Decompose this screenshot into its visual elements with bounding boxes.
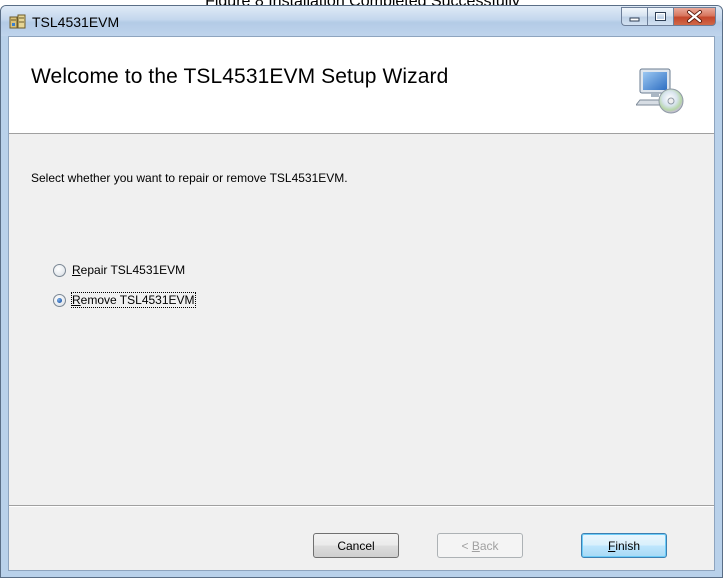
radio-selected-dot: [57, 297, 62, 303]
footer-separator: [9, 505, 714, 507]
maximize-button[interactable]: [647, 7, 673, 26]
finish-button[interactable]: Finish: [581, 533, 667, 558]
setup-window: TSL4531EVM Welcome to the TSL4531EVM Set…: [0, 5, 723, 578]
banner-title: Welcome to the TSL4531EVM Setup Wizard: [31, 65, 449, 88]
remove-radio[interactable]: [53, 293, 66, 307]
minimize-icon: [629, 17, 640, 22]
close-icon: [687, 10, 702, 23]
computer-cd-icon: [636, 68, 684, 114]
wizard-client-area: Welcome to the TSL4531EVM Setup Wizard S…: [8, 36, 715, 571]
remove-label: Remove TSL4531EVM: [71, 292, 196, 308]
caption-buttons: [621, 7, 716, 27]
installer-icon: [9, 14, 26, 29]
wizard-banner: Welcome to the TSL4531EVM Setup Wizard: [9, 37, 714, 134]
instruction-text: Select whether you want to repair or rem…: [31, 171, 348, 185]
cancel-button[interactable]: Cancel: [313, 533, 399, 558]
remove-option[interactable]: Remove TSL4531EVM: [53, 292, 196, 308]
maximize-icon: [655, 12, 666, 21]
title-bar[interactable]: TSL4531EVM: [1, 6, 722, 36]
minimize-button[interactable]: [621, 7, 647, 26]
repair-label: Repair TSL4531EVM: [72, 263, 186, 277]
window-title: TSL4531EVM: [32, 14, 120, 30]
back-button[interactable]: < Back: [437, 533, 523, 558]
repair-option[interactable]: Repair TSL4531EVM: [53, 262, 185, 278]
repair-radio[interactable]: [53, 263, 66, 277]
close-button[interactable]: [673, 7, 716, 26]
